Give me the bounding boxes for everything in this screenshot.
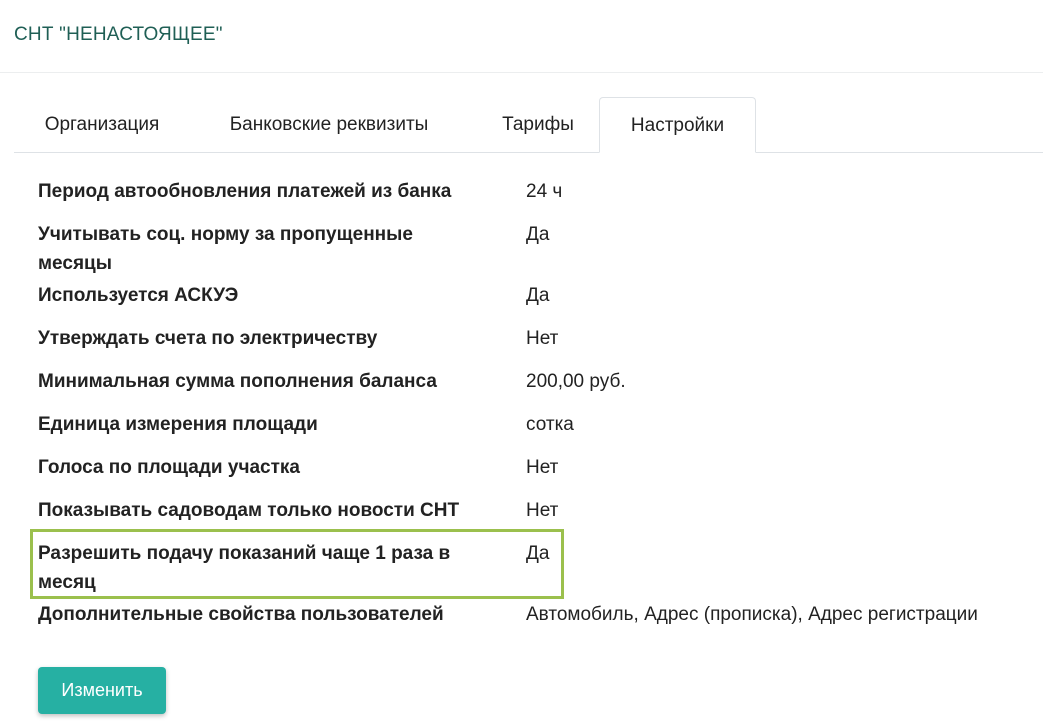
setting-label: Показывать садоводам только новости СНТ bbox=[38, 500, 460, 521]
setting-label: Минимальная сумма пополнения баланса bbox=[38, 371, 437, 392]
tab-bank-details[interactable]: Банковские реквизиты bbox=[198, 97, 460, 152]
setting-value: сотка bbox=[526, 414, 574, 435]
setting-label: Дополнительные свойства пользователей bbox=[38, 604, 444, 625]
setting-value: 24 ч bbox=[526, 181, 563, 202]
highlight-frame bbox=[30, 529, 564, 599]
setting-label: Учитывать соц. норму за пропущенные меся… bbox=[38, 224, 413, 274]
tab-bar: Организация Банковские реквизиты Тарифы … bbox=[14, 97, 1043, 153]
page-header: СНТ "НЕНАСТОЯЩЕЕ" bbox=[0, 0, 1043, 73]
tab-label: Тарифы bbox=[502, 114, 574, 135]
setting-value: Нет bbox=[526, 328, 559, 349]
setting-value: Да bbox=[526, 224, 550, 245]
setting-value: Нет bbox=[526, 457, 559, 478]
tab-label: Настройки bbox=[630, 115, 725, 136]
setting-value: Нет bbox=[526, 500, 559, 521]
organization-title: СНТ "НЕНАСТОЯЩЕЕ" bbox=[14, 24, 223, 45]
edit-button[interactable]: Изменить bbox=[38, 667, 166, 714]
setting-label: Единица измерения площади bbox=[38, 414, 318, 435]
setting-value: 200,00 руб. bbox=[526, 371, 626, 392]
setting-label: Утверждать счета по электричеству bbox=[38, 328, 378, 349]
setting-value: Автомобиль, Адрес (прописка), Адрес реги… bbox=[526, 604, 978, 625]
setting-value: Да bbox=[526, 285, 550, 306]
tab-label: Банковские реквизиты bbox=[229, 114, 429, 135]
tab-tariffs[interactable]: Тарифы bbox=[478, 97, 598, 152]
setting-label: Период автообновления платежей из банка bbox=[38, 181, 452, 202]
setting-label: Голоса по площади участка bbox=[38, 457, 301, 478]
setting-label: Используется АСКУЭ bbox=[38, 285, 239, 306]
tab-label: Организация bbox=[44, 114, 160, 135]
tab-settings[interactable]: Настройки bbox=[599, 97, 756, 153]
tab-organization[interactable]: Организация bbox=[14, 97, 190, 152]
